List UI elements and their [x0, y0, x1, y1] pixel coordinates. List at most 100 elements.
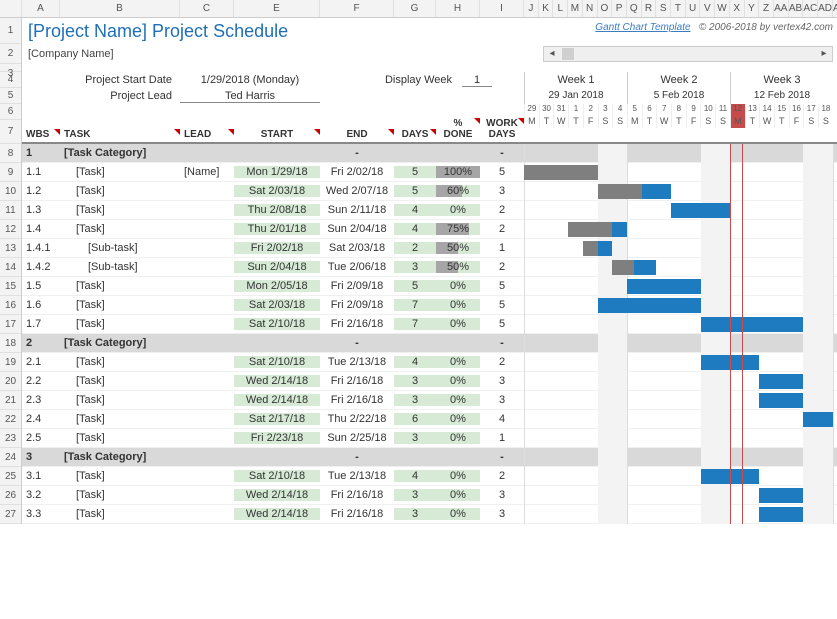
row-header[interactable]: 27 — [0, 505, 21, 524]
cell-end[interactable]: - — [320, 451, 394, 463]
row-header[interactable]: 19 — [0, 353, 21, 372]
col-header[interactable]: AA — [774, 0, 789, 17]
task-row[interactable]: 2.5[Task]Fri 2/23/18Sun 2/25/1830%1 — [22, 429, 837, 448]
template-link[interactable]: Gantt Chart Template — [595, 22, 690, 33]
cell-work-days[interactable]: 2 — [480, 261, 524, 273]
cell-days[interactable]: 7 — [394, 318, 436, 330]
cell-work-days[interactable]: 5 — [480, 280, 524, 292]
cell-end[interactable]: Sun 2/04/18 — [320, 223, 394, 235]
cell-task[interactable]: [Task] — [60, 299, 180, 311]
row-header[interactable]: 13 — [0, 239, 21, 258]
col-header[interactable]: AC — [803, 0, 818, 17]
cell-days[interactable]: 5 — [394, 166, 436, 178]
cell-pct-done[interactable]: 0% — [436, 204, 480, 216]
task-row[interactable]: 2.3[Task]Wed 2/14/18Fri 2/16/1830%3 — [22, 391, 837, 410]
cell-end[interactable]: Thu 2/22/18 — [320, 413, 394, 425]
cell-pct-done[interactable]: 75% — [436, 223, 480, 235]
cell-work-days[interactable]: 5 — [480, 299, 524, 311]
week-scrollbar[interactable]: ◂ ▸ — [543, 46, 833, 62]
cell-task[interactable]: [Task] — [60, 470, 180, 482]
cell-start[interactable]: Wed 2/14/18 — [234, 394, 320, 406]
cell-pct-done[interactable]: 100% — [436, 166, 480, 178]
category-row[interactable]: 1[Task Category]-- — [22, 144, 837, 163]
cell-days[interactable]: 3 — [394, 432, 436, 444]
row-header[interactable]: 18 — [0, 334, 21, 353]
cell-wbs[interactable]: 3.1 — [22, 470, 60, 482]
row-header[interactable]: 25 — [0, 467, 21, 486]
cell-days[interactable]: 3 — [394, 394, 436, 406]
cell-end[interactable]: - — [320, 337, 394, 349]
col-header[interactable]: K — [539, 0, 554, 17]
row-header[interactable]: 14 — [0, 258, 21, 277]
cell-wbs[interactable]: 2.4 — [22, 413, 60, 425]
col-header[interactable]: Y — [745, 0, 760, 17]
cell-wbs[interactable]: 1 — [22, 147, 60, 159]
scroll-thumb[interactable] — [562, 48, 574, 60]
cell-start[interactable]: Wed 2/14/18 — [234, 375, 320, 387]
col-header[interactable]: O — [598, 0, 613, 17]
row-header[interactable]: 2 — [0, 44, 21, 64]
row-header[interactable]: 17 — [0, 315, 21, 334]
cell-pct-done[interactable]: 0% — [436, 470, 480, 482]
row-header[interactable]: 1 — [0, 18, 21, 44]
cell-end[interactable]: Fri 2/16/18 — [320, 508, 394, 520]
cell-work-days[interactable]: 3 — [480, 489, 524, 501]
col-header[interactable]: P — [612, 0, 627, 17]
cell-start[interactable]: Sat 2/10/18 — [234, 470, 320, 482]
row-header[interactable]: 11 — [0, 201, 21, 220]
cell-work-days[interactable]: 5 — [480, 318, 524, 330]
cell-end[interactable]: Tue 2/13/18 — [320, 356, 394, 368]
cell-work-days[interactable]: 2 — [480, 204, 524, 216]
col-header[interactable]: Q — [627, 0, 642, 17]
cell-work-days[interactable]: 2 — [480, 223, 524, 235]
cell-days[interactable]: 4 — [394, 470, 436, 482]
col-header[interactable]: F — [320, 0, 394, 17]
cell-lead[interactable]: [Name] — [180, 166, 234, 178]
cell-wbs[interactable]: 1.5 — [22, 280, 60, 292]
cell-end[interactable]: Fri 2/16/18 — [320, 375, 394, 387]
cell-wbs[interactable]: 2.5 — [22, 432, 60, 444]
task-row[interactable]: 3.1[Task]Sat 2/10/18Tue 2/13/1840%2 — [22, 467, 837, 486]
task-row[interactable]: 1.7[Task]Sat 2/10/18Fri 2/16/1870%5 — [22, 315, 837, 334]
cell-wbs[interactable]: 1.2 — [22, 185, 60, 197]
cell-wbs[interactable]: 3.2 — [22, 489, 60, 501]
cell-pct-done[interactable]: 0% — [436, 508, 480, 520]
cell-task[interactable]: [Task Category] — [60, 147, 180, 159]
cell-work-days[interactable]: - — [480, 451, 524, 463]
cell-wbs[interactable]: 1.3 — [22, 204, 60, 216]
row-header[interactable]: 22 — [0, 410, 21, 429]
task-row[interactable]: 2.4[Task]Sat 2/17/18Thu 2/22/1860%4 — [22, 410, 837, 429]
category-row[interactable]: 2[Task Category]-- — [22, 334, 837, 353]
cell-start[interactable]: Sat 2/10/18 — [234, 356, 320, 368]
cell-wbs[interactable]: 2.3 — [22, 394, 60, 406]
cell-work-days[interactable]: 1 — [480, 432, 524, 444]
cell-pct-done[interactable]: 0% — [436, 394, 480, 406]
cell-end[interactable]: Sun 2/25/18 — [320, 432, 394, 444]
cell-days[interactable]: 7 — [394, 299, 436, 311]
row-header[interactable]: 7 — [0, 120, 21, 144]
cell-days[interactable]: 3 — [394, 508, 436, 520]
cell-task[interactable]: [Sub-task] — [60, 261, 180, 273]
col-header[interactable]: AD — [818, 0, 833, 17]
cell-days[interactable]: 2 — [394, 242, 436, 254]
cell-task[interactable]: [Task] — [60, 223, 180, 235]
project-lead-value[interactable]: Ted Harris — [180, 90, 320, 103]
cell-pct-done[interactable]: 0% — [436, 356, 480, 368]
cell-days[interactable]: 3 — [394, 375, 436, 387]
cell-task[interactable]: [Task] — [60, 432, 180, 444]
cell-end[interactable]: Sun 2/11/18 — [320, 204, 394, 216]
cell-start[interactable]: Sat 2/03/18 — [234, 185, 320, 197]
row-header[interactable]: 6 — [0, 104, 21, 120]
cell-work-days[interactable]: 2 — [480, 470, 524, 482]
col-header[interactable]: H — [436, 0, 480, 17]
row-header[interactable]: 10 — [0, 182, 21, 201]
cell-task[interactable]: [Task] — [60, 394, 180, 406]
cell-wbs[interactable]: 2.2 — [22, 375, 60, 387]
task-row[interactable]: 3.3[Task]Wed 2/14/18Fri 2/16/1830%3 — [22, 505, 837, 524]
row-header[interactable]: 16 — [0, 296, 21, 315]
col-header[interactable]: N — [583, 0, 598, 17]
display-week-value[interactable]: 1 — [462, 74, 492, 87]
cell-work-days[interactable]: - — [480, 147, 524, 159]
cell-wbs[interactable]: 1.4.1 — [22, 242, 60, 254]
cell-days[interactable]: 3 — [394, 489, 436, 501]
